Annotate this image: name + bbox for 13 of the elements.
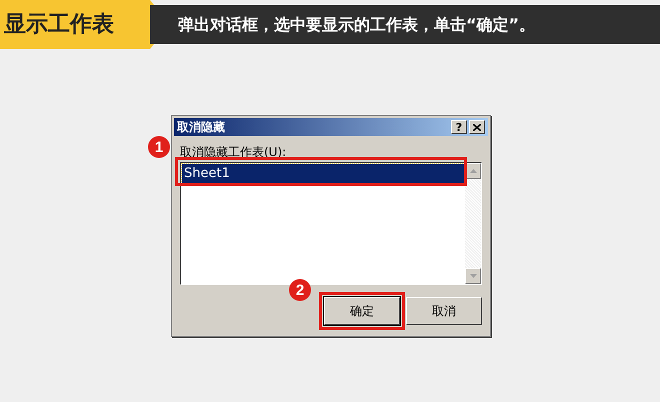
help-button[interactable]: ? <box>451 120 467 134</box>
dialog-button[interactable]: 取消 <box>406 297 482 325</box>
step-number-badge: 2 <box>289 279 311 301</box>
window-title: 取消隐藏 <box>177 119 225 136</box>
scroll-down-icon[interactable] <box>465 268 481 284</box>
list-label: 取消隐藏工作表(U): <box>180 146 288 158</box>
instruction-text: 弹出对话框，选中要显示的工作表，单击“确定”。 <box>178 14 536 36</box>
list-item[interactable]: Sheet1 <box>182 164 464 183</box>
step-number-badge: 1 <box>148 136 170 158</box>
dialog-button[interactable]: 确定 <box>324 297 400 325</box>
close-button[interactable] <box>469 120 485 134</box>
close-icon <box>473 124 481 130</box>
scrollbar[interactable] <box>465 163 481 284</box>
